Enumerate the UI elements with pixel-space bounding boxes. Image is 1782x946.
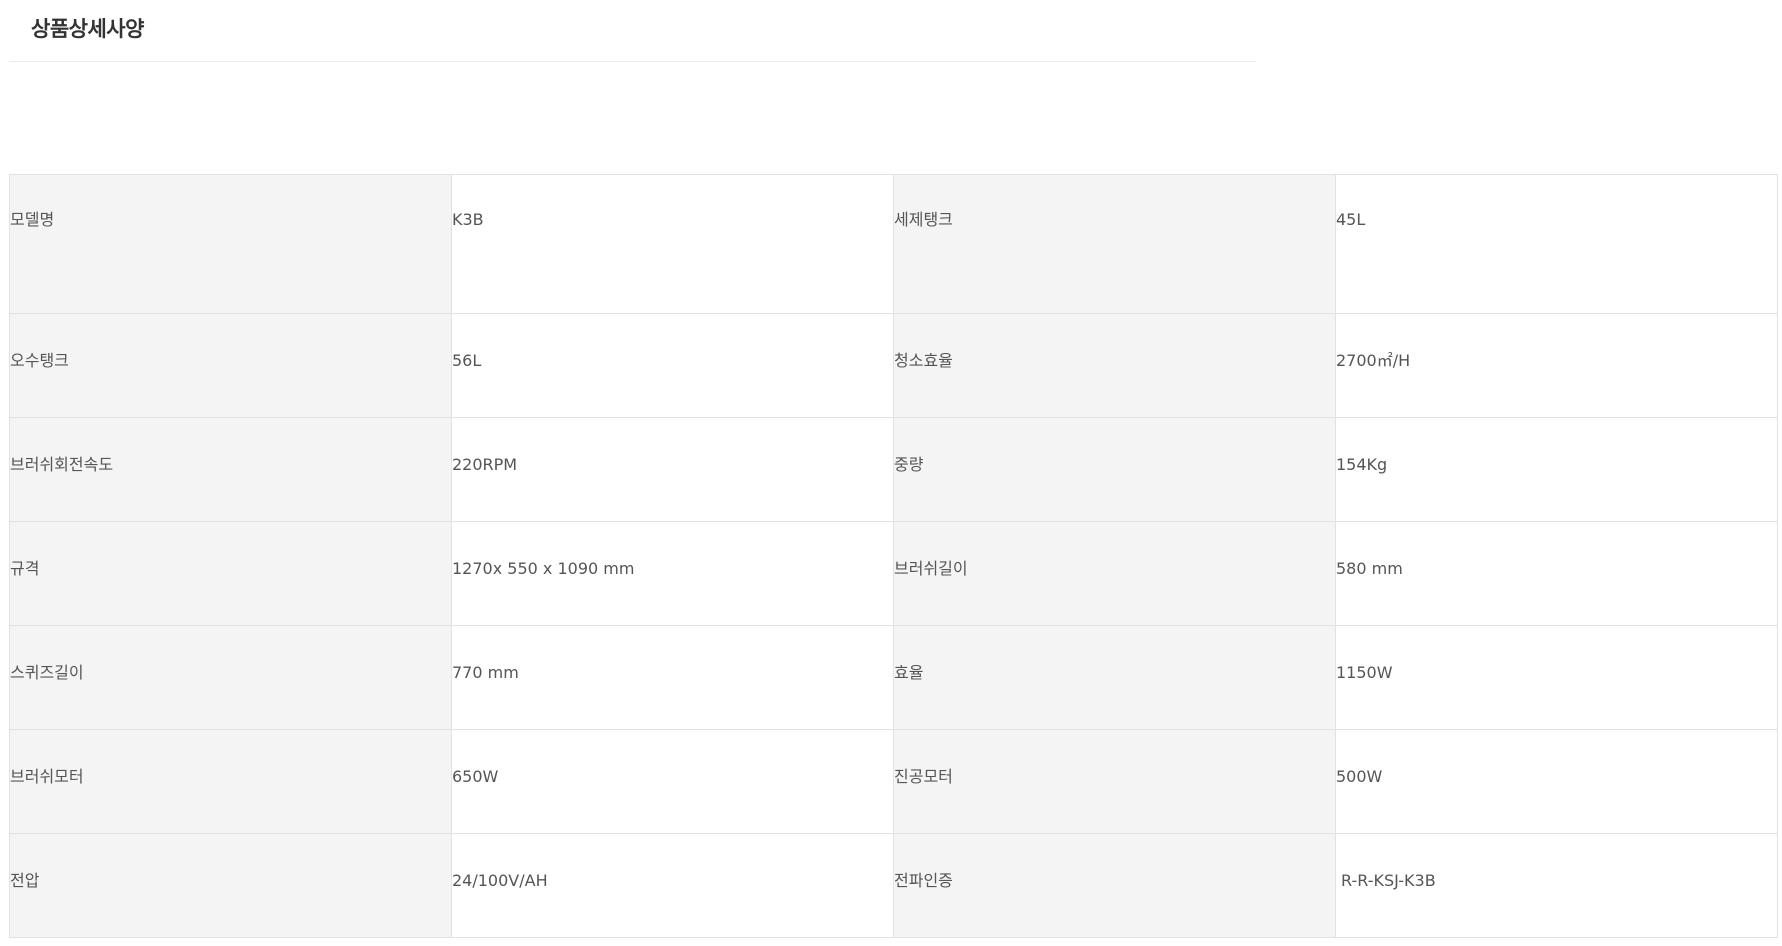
spec-label: 효율 — [894, 663, 924, 682]
table-row: 브러쉬모터 650W 진공모터 500W — [9, 729, 1778, 834]
spec-label-cell: 브러쉬모터 — [9, 729, 452, 834]
spec-label-cell: 규격 — [9, 521, 452, 626]
spec-label: 진공모터 — [894, 767, 953, 786]
spec-label: 중량 — [894, 455, 924, 474]
spec-table: 모델명 K3B 세제탱크 45L 오수탱크 56L 청소효율 2700㎡/H 브… — [9, 174, 1778, 938]
spec-label-cell: 브러쉬길이 — [893, 521, 1336, 626]
spec-label: 오수탱크 — [10, 351, 69, 370]
spec-label: 브러쉬길이 — [894, 559, 968, 578]
spec-value: R-R-KSJ-K3B — [1341, 871, 1436, 890]
table-row: 오수탱크 56L 청소효율 2700㎡/H — [9, 313, 1778, 418]
spec-label-cell: 효율 — [893, 625, 1336, 730]
section-header: 상품상세사양 — [9, 0, 1256, 62]
spec-value-cell: 56L — [451, 313, 894, 418]
spec-value: 770 mm — [452, 663, 519, 682]
spec-value: 500W — [1336, 767, 1383, 786]
spec-value-cell: R-R-KSJ-K3B — [1335, 833, 1778, 938]
spec-value-cell: 1270x 550 x 1090 mm — [451, 521, 894, 626]
spec-label-cell: 모델명 — [9, 174, 452, 314]
spec-value: 1150W — [1336, 663, 1393, 682]
spec-value: 580 mm — [1336, 559, 1403, 578]
spec-label: 세제탱크 — [894, 210, 953, 229]
spec-label: 브러쉬회전속도 — [10, 455, 114, 474]
spec-label-cell: 전압 — [9, 833, 452, 938]
spec-label: 모델명 — [10, 210, 55, 229]
spec-label: 브러쉬모터 — [10, 767, 84, 786]
spec-value-cell: 154Kg — [1335, 417, 1778, 522]
spec-value-cell: 650W — [451, 729, 894, 834]
spec-label: 스퀴즈길이 — [10, 663, 84, 682]
spec-label: 청소효율 — [894, 351, 953, 370]
spec-value: 220RPM — [452, 455, 518, 474]
spec-value: 45L — [1336, 210, 1366, 229]
spec-value-cell: 1150W — [1335, 625, 1778, 730]
spec-value-cell: 45L — [1335, 174, 1778, 314]
spec-value-cell: 24/100V/AH — [451, 833, 894, 938]
spec-value: 650W — [452, 767, 499, 786]
spec-value-cell: 2700㎡/H — [1335, 313, 1778, 418]
spec-value: 154Kg — [1336, 455, 1388, 474]
page-title: 상품상세사양 — [31, 17, 144, 41]
spec-value: 1270x 550 x 1090 mm — [452, 559, 635, 578]
spec-label-cell: 브러쉬회전속도 — [9, 417, 452, 522]
spec-value-cell: 220RPM — [451, 417, 894, 522]
spec-label: 규격 — [10, 559, 40, 578]
spec-label: 전파인증 — [894, 871, 953, 890]
table-row: 전압 24/100V/AH 전파인증 R-R-KSJ-K3B — [9, 833, 1778, 938]
spec-value: K3B — [452, 210, 484, 229]
table-row: 스퀴즈길이 770 mm 효율 1150W — [9, 625, 1778, 730]
spec-label-cell: 진공모터 — [893, 729, 1336, 834]
table-row: 규격 1270x 550 x 1090 mm 브러쉬길이 580 mm — [9, 521, 1778, 626]
spec-label-cell: 오수탱크 — [9, 313, 452, 418]
spec-value: 24/100V/AH — [452, 871, 548, 890]
spec-value-cell: 500W — [1335, 729, 1778, 834]
spec-value-cell: K3B — [451, 174, 894, 314]
spec-label-cell: 세제탱크 — [893, 174, 1336, 314]
table-row: 모델명 K3B 세제탱크 45L — [9, 174, 1778, 314]
spec-value: 2700㎡/H — [1336, 351, 1411, 370]
spec-label-cell: 중량 — [893, 417, 1336, 522]
spec-label-cell: 청소효율 — [893, 313, 1336, 418]
table-row: 브러쉬회전속도 220RPM 중량 154Kg — [9, 417, 1778, 522]
spec-value: 56L — [452, 351, 482, 370]
spec-value-cell: 770 mm — [451, 625, 894, 730]
spec-value-cell: 580 mm — [1335, 521, 1778, 626]
spec-label-cell: 전파인증 — [893, 833, 1336, 938]
spec-label: 전압 — [10, 871, 40, 890]
spec-label-cell: 스퀴즈길이 — [9, 625, 452, 730]
